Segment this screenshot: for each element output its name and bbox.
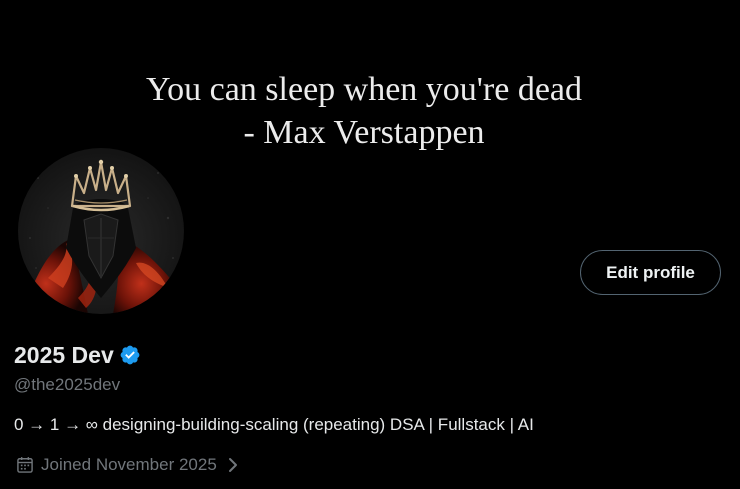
display-name: 2025 Dev	[14, 342, 114, 368]
chevron-right-icon	[228, 458, 237, 472]
joined-date-row[interactable]: Joined November 2025	[15, 454, 241, 476]
handle: @the2025dev	[14, 375, 121, 394]
name-row: 2025 Dev	[14, 340, 141, 370]
avatar[interactable]	[15, 145, 187, 317]
banner-quote-line-1: You can sleep when you're dead	[145, 71, 583, 108]
joined-date-text: Joined November 2025	[41, 455, 217, 474]
edit-profile-button[interactable]: Edit profile	[580, 250, 721, 295]
verified-badge-icon[interactable]	[119, 344, 141, 366]
banner-quote: You can sleep when you're dead - Max Ver…	[0, 68, 728, 154]
crowned-knight-avatar-icon	[18, 148, 184, 314]
bio: 0 → 1 → ∞ designing-building-scaling (re…	[14, 415, 534, 434]
calendar-icon	[17, 457, 33, 473]
